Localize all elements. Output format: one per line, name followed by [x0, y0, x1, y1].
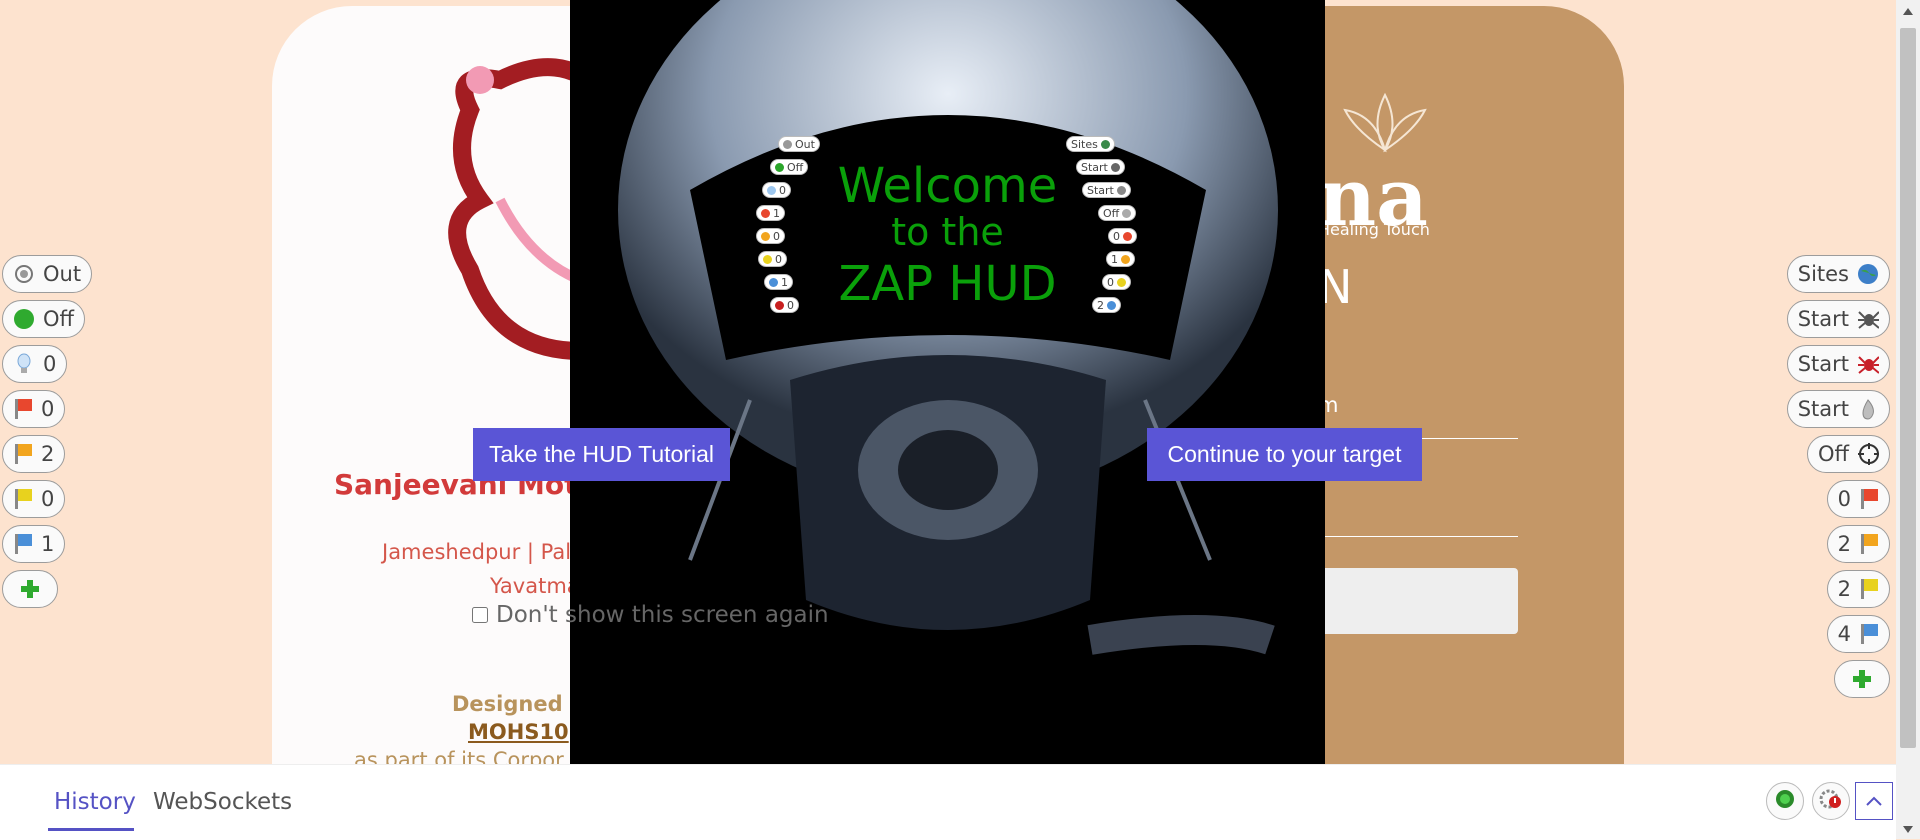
hud-add-tool-right-button[interactable] — [1834, 660, 1890, 698]
mini-hud-red-r: 0 — [1108, 228, 1137, 244]
hud-status-button[interactable] — [1766, 782, 1804, 820]
red-flag-icon — [13, 398, 33, 420]
hud-site-low-alerts-button[interactable]: 2 — [1826, 570, 1890, 608]
hud-welcome-splash: Welcome to the ZAP HUD Out Off 0 1 0 0 1… — [570, 0, 1325, 764]
hud-medium-alerts-button[interactable]: 2 — [2, 435, 66, 473]
hud-info-alerts-button[interactable]: 1 — [2, 525, 66, 563]
welcome-zap-hud: ZAP HUD — [838, 256, 1057, 312]
ajax-spider-icon — [1857, 353, 1879, 375]
hud-add-tool-left-button[interactable] — [2, 570, 58, 608]
mini-hud-bug: 0 — [770, 297, 799, 313]
chevron-up-icon — [1865, 792, 1883, 811]
hospital-city: Yavatma — [490, 574, 580, 598]
scroll-down-arrow-icon[interactable] — [1903, 826, 1913, 833]
mini-hud-out: Out — [778, 136, 820, 152]
password-field[interactable] — [1318, 536, 1518, 537]
plus-icon — [19, 578, 41, 600]
active-tab-indicator — [48, 828, 134, 831]
mini-hud-red: 1 — [756, 205, 785, 221]
mini-hud-yellow: 0 — [758, 251, 787, 267]
dont-show-again-checkbox[interactable] — [472, 607, 488, 623]
blue-flag-icon — [1859, 623, 1879, 645]
green-light-icon — [1774, 788, 1796, 814]
hud-sites-button[interactable]: Sites — [1786, 255, 1890, 293]
red-flag-icon — [1859, 488, 1879, 510]
designer-link[interactable]: MOHS10 — [468, 720, 569, 744]
mini-hud-blue-r: 2 — [1092, 297, 1121, 313]
login-button[interactable] — [1318, 568, 1518, 634]
hud-ajax-spider-button[interactable]: Start — [1786, 345, 1890, 383]
continue-to-target-button[interactable]: Continue to your target — [1147, 428, 1422, 481]
hud-site-info-alerts-button[interactable]: 4 — [1826, 615, 1890, 653]
mini-hud-sites: Sites — [1066, 136, 1115, 152]
spider-icon — [1857, 308, 1879, 330]
yellow-flag-icon — [1859, 578, 1879, 600]
scroll-up-arrow-icon[interactable] — [1903, 8, 1913, 15]
green-circle-icon — [13, 308, 35, 330]
hud-break-button[interactable]: Off — [2, 300, 85, 338]
crosshair-icon — [1857, 443, 1879, 465]
welcome-title: Welcome — [837, 158, 1058, 214]
mini-hud-orange: 0 — [756, 228, 785, 244]
yellow-flag-icon — [13, 488, 33, 510]
mini-hud-attack: Off — [1098, 205, 1137, 221]
mini-hud-blue: 1 — [764, 274, 793, 290]
hud-low-alerts-button[interactable]: 0 — [2, 480, 66, 518]
hud-site-medium-alerts-button[interactable]: 2 — [1826, 525, 1890, 563]
welcome-subtitle: to the — [891, 210, 1004, 254]
mini-hud-spider: Start — [1076, 159, 1125, 175]
plus-icon — [1851, 668, 1873, 690]
hud-tutorial-button[interactable]: Take the HUD Tutorial — [473, 428, 730, 481]
flame-icon — [1857, 398, 1879, 420]
hud-spider-button[interactable]: Start — [1786, 300, 1890, 338]
orange-flag-icon — [13, 443, 33, 465]
brand-tagline: Healing Touch — [1318, 220, 1430, 239]
scrollbar-thumb[interactable] — [1900, 28, 1916, 748]
orange-flag-icon — [1859, 533, 1879, 555]
hud-bottom-drawer: History WebSockets — [0, 764, 1896, 840]
page-scrollbar[interactable] — [1896, 0, 1920, 839]
expand-drawer-button[interactable] — [1855, 782, 1893, 820]
hud-page-alerts-button[interactable]: 0 — [2, 345, 68, 383]
designed-by-text: Designed & — [452, 692, 589, 716]
mini-hud-yellow-r: 0 — [1102, 274, 1131, 290]
hud-settings-button[interactable] — [1812, 782, 1850, 820]
hud-high-alerts-button[interactable]: 0 — [2, 390, 66, 428]
hud-scope-button[interactable]: Out — [2, 255, 93, 293]
hud-active-scan-button[interactable]: Start — [1786, 390, 1890, 428]
gear-alert-icon — [1819, 787, 1843, 815]
hospital-locations: Jameshedpur | Pal — [382, 540, 572, 564]
pilot-helmet-image — [618, 0, 1278, 655]
globe-icon — [1857, 263, 1879, 285]
mini-hud-orange-r: 1 — [1106, 251, 1135, 267]
target-icon — [13, 263, 35, 285]
dont-show-again-option[interactable]: Don't show this screen again — [472, 602, 829, 628]
tab-websockets[interactable]: WebSockets — [153, 789, 292, 815]
lightbulb-icon — [13, 353, 35, 375]
dont-show-again-label: Don't show this screen again — [496, 602, 829, 628]
mini-hud-ajax: Start — [1082, 182, 1131, 198]
tab-history[interactable]: History — [54, 789, 136, 815]
hud-attack-mode-button[interactable]: Off — [1807, 435, 1890, 473]
blue-flag-icon — [13, 533, 33, 555]
hud-site-high-alerts-button[interactable]: 0 — [1826, 480, 1890, 518]
mini-hud-alerts: 0 — [762, 182, 791, 198]
mini-hud-off: Off — [770, 159, 809, 175]
